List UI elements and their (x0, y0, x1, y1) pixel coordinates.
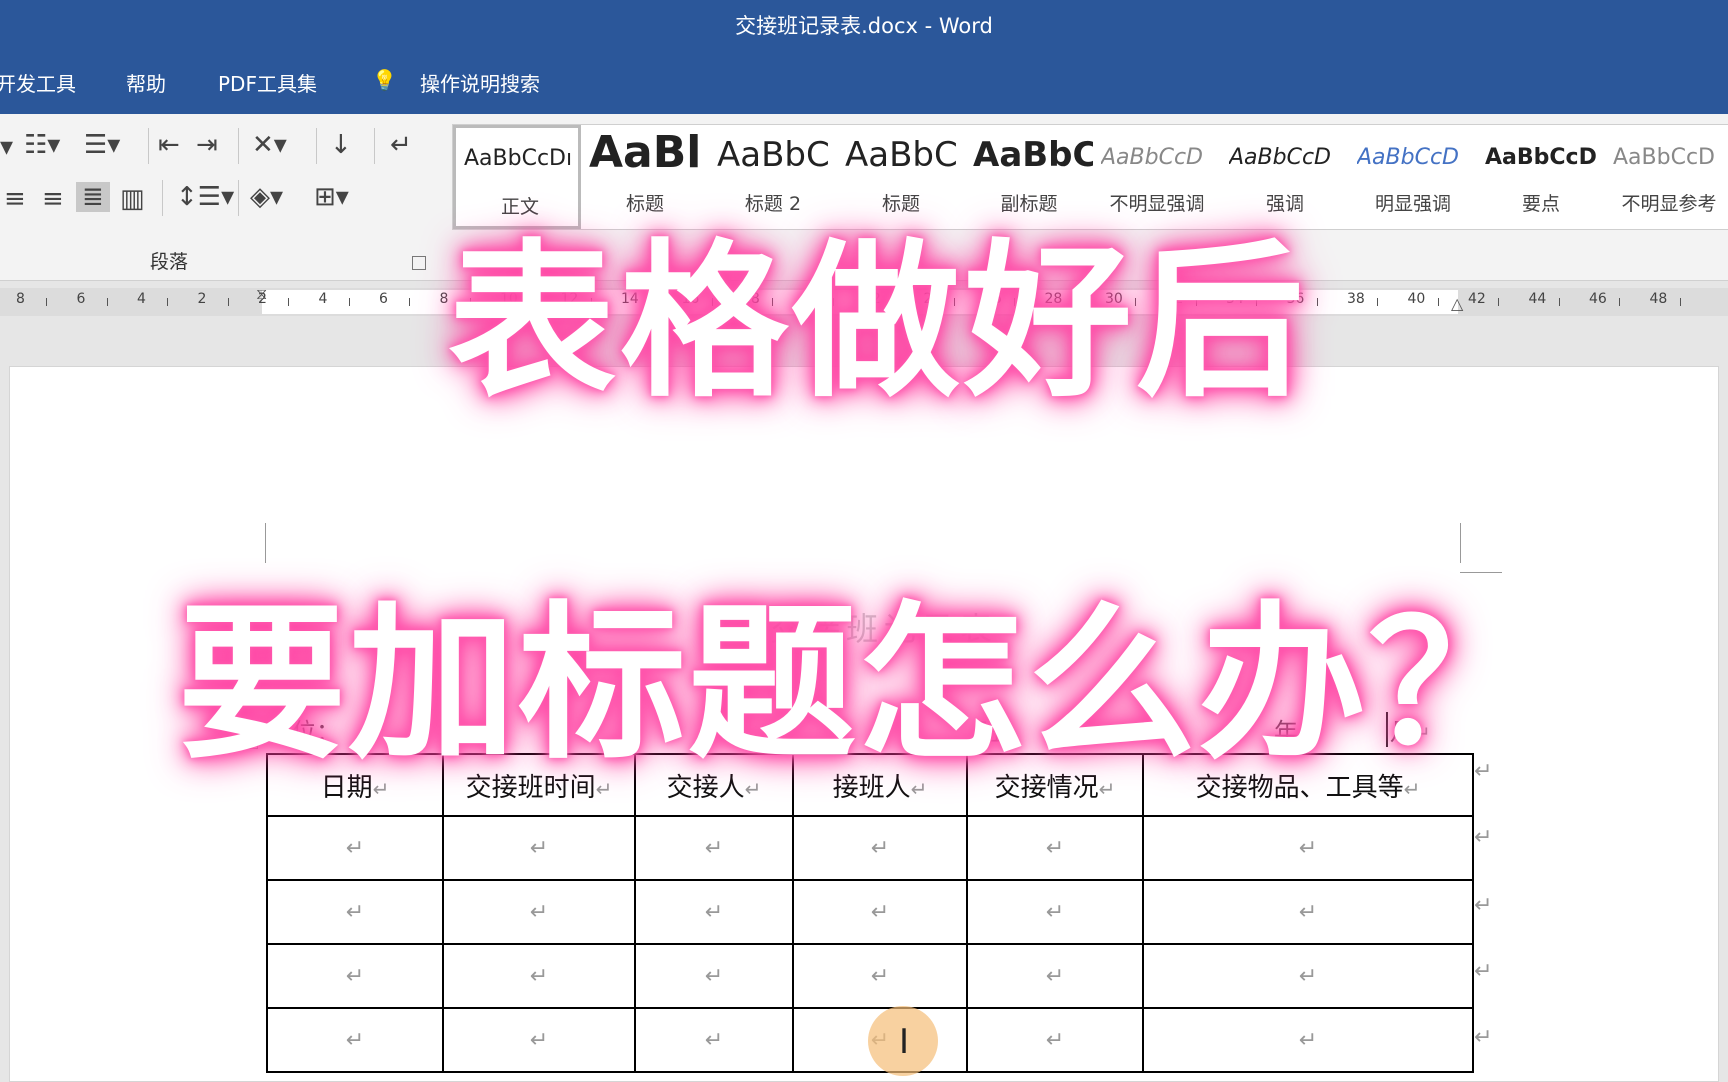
tab-pdf-tools[interactable]: PDF工具集 (218, 68, 317, 97)
decrease-indent-icon[interactable]: ⇤ (158, 130, 180, 160)
ribbon-tabs: 开发工具 帮助 PDF工具集 💡 操作说明搜索 (0, 46, 1728, 114)
style-subtle-reference[interactable]: AaBbCcD 不明显参考 (1605, 125, 1728, 229)
text-cursor-icon: I (899, 1022, 910, 1062)
ruler-number: 4 (318, 291, 328, 307)
table-cell[interactable]: ↵ (1142, 1007, 1474, 1073)
ruler-tick (348, 298, 350, 306)
row-end-mark: ↵ (1474, 959, 1493, 984)
bullets-dropdown-icon[interactable]: ▾ (0, 132, 13, 162)
align-right-icon[interactable]: ≡ (42, 184, 64, 214)
table-cell[interactable]: ↵ (966, 879, 1144, 945)
shading-icon[interactable]: ◈▾ (250, 182, 283, 212)
paragraph-group-label: 段落 (150, 251, 189, 273)
ruler-tick (1619, 298, 1620, 306)
tab-developer[interactable]: 开发工具 (0, 68, 76, 97)
paragraph-dialog-launcher-icon[interactable] (412, 256, 426, 270)
ruler-tick (46, 298, 47, 306)
chinese-layout-icon[interactable]: ✕▾ (252, 130, 287, 160)
table-row: ↵↵↵↵↵↵ (266, 815, 1474, 881)
overlay-caption-line1: 表格做好后 (448, 224, 1308, 420)
ruler-number: 46 (1589, 291, 1607, 307)
table-cell[interactable]: ↵ (442, 879, 636, 945)
ruler-tick (409, 298, 410, 306)
table-cell[interactable]: ↵ (792, 879, 968, 945)
tab-help[interactable]: 帮助 (126, 68, 166, 97)
table-cell[interactable]: ↵ (266, 1007, 444, 1073)
table-cell[interactable]: ↵ (266, 879, 444, 945)
table-cell[interactable]: ↵ (792, 943, 968, 1009)
row-end-mark: ↵ (1474, 1025, 1493, 1050)
ruler-tick (288, 298, 289, 306)
ruler-tick (167, 298, 168, 306)
table-cell[interactable]: ↵ (266, 943, 444, 1009)
ruler-number: 38 (1347, 291, 1365, 307)
table-cell[interactable]: ↵ (792, 815, 968, 881)
table-cell[interactable]: ↵ (634, 1007, 794, 1073)
multilevel-list-icon[interactable]: ☰▾ (84, 130, 120, 160)
table-cell[interactable]: ↵ (1142, 879, 1474, 945)
ruler-number: 4 (137, 291, 146, 307)
table-cell[interactable]: ↵ (634, 815, 794, 881)
table-cell[interactable]: ↵ (966, 815, 1144, 881)
ruler-tick (106, 298, 108, 306)
table-cell[interactable]: ↵ (266, 815, 444, 881)
ruler-tick (227, 298, 229, 306)
table-cell[interactable]: ↵ (966, 1007, 1144, 1073)
table-cell[interactable]: ↵ (1142, 943, 1474, 1009)
table-cell[interactable]: ↵ (1142, 815, 1474, 881)
table-cell[interactable]: ↵ (442, 943, 636, 1009)
ruler-number: 8 (16, 291, 25, 307)
style-intense-emphasis[interactable]: AaBbCcD 明显强调 (1349, 125, 1477, 229)
sort-icon[interactable]: ↓ (330, 130, 352, 160)
ruler-number: 6 (379, 291, 388, 307)
lightbulb-icon[interactable]: 💡 (372, 68, 397, 92)
ruler-tick (1558, 298, 1560, 306)
first-line-indent-marker-icon[interactable]: ⧖ (256, 284, 267, 304)
row-end-mark: ↵ (1474, 893, 1493, 918)
table-row: ↵↵↵↵↵↵ (266, 943, 1474, 1009)
ruler-number: 48 (1649, 291, 1668, 307)
tell-me-search[interactable]: 操作说明搜索 (420, 68, 540, 97)
line-spacing-icon[interactable]: ↕☰▾ (176, 182, 234, 212)
style-strong[interactable]: AaBbCcD 要点 (1477, 125, 1605, 229)
table-cell[interactable]: ↵ (634, 943, 794, 1009)
title-bar: 交接班记录表.docx - Word (0, 0, 1728, 46)
window-title: 交接班记录表.docx - Word (735, 14, 993, 38)
ruler-tick (1498, 298, 1499, 306)
ruler-number: 40 (1407, 291, 1426, 307)
table-row: ↵↵↵↵↵↵ (266, 879, 1474, 945)
justify-icon[interactable]: ≣ (76, 182, 110, 212)
borders-icon[interactable]: ⊞▾ (314, 182, 349, 212)
row-end-mark: ↵ (1474, 825, 1493, 850)
ruler-tick (1437, 298, 1439, 306)
right-indent-marker-icon[interactable]: △ (1451, 294, 1463, 313)
table-cell[interactable]: ↵ (442, 1007, 636, 1073)
increase-indent-icon[interactable]: ⇥ (196, 130, 218, 160)
overlay-caption-line2: 要加标题怎么办？ (178, 586, 1538, 782)
table-cell[interactable]: ↵ (442, 815, 636, 881)
ruler-number: 44 (1528, 291, 1547, 307)
align-left-icon[interactable]: ≡ (4, 184, 26, 214)
ruler-number: 6 (76, 291, 86, 307)
show-formatting-icon[interactable]: ↵ (390, 130, 412, 160)
ruler-number: 42 (1468, 291, 1486, 307)
numbering-icon[interactable]: ☷▾ (24, 130, 60, 160)
distributed-icon[interactable]: ▥ (120, 184, 145, 214)
handover-table: 日期↵ 交接班时间↵ 交接人↵ 接班人↵ 交接情况↵ 交接物品、工具等↵ ↵ ↵ ↵… (266, 753, 1474, 1073)
ruler-number: 2 (197, 291, 207, 307)
table-cell[interactable]: ↵ (966, 943, 1144, 1009)
ruler-tick (1679, 298, 1681, 306)
ruler-tick (1316, 298, 1318, 306)
table-cell[interactable]: ↵ (634, 879, 794, 945)
ruler-tick (1377, 298, 1378, 306)
